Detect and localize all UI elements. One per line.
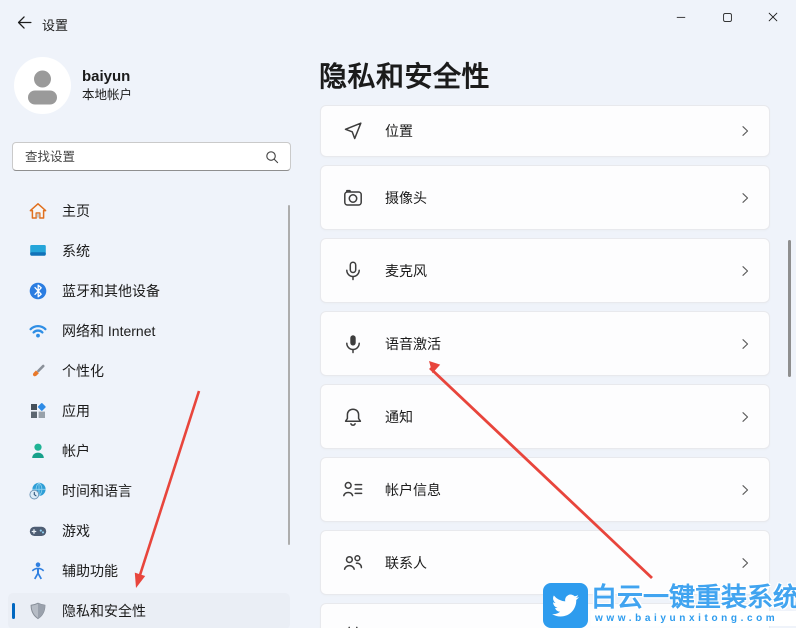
chevron-right-icon — [737, 409, 753, 425]
settings-card-label: 通知 — [385, 408, 413, 425]
person-avatar-icon — [14, 57, 71, 114]
sidebar-item-apps[interactable]: 应用 — [8, 393, 290, 429]
maximize-icon — [721, 11, 734, 24]
sidebar-item-label: 系统 — [62, 243, 90, 259]
user-account-block[interactable]: baiyun 本地帐户 — [14, 57, 132, 114]
sidebar-item-system[interactable]: 系统 — [8, 233, 290, 269]
main-scrollbar[interactable] — [788, 240, 791, 377]
sidebar-item-personalization[interactable]: 个性化 — [8, 353, 290, 389]
system-icon — [28, 241, 48, 261]
notifications-icon — [341, 405, 365, 429]
user-name: baiyun — [82, 68, 131, 85]
location-icon — [341, 119, 365, 143]
contacts-icon — [341, 551, 365, 575]
settings-card-location[interactable]: 位置 — [320, 105, 770, 157]
sidebar-item-accessibility[interactable]: 辅助功能 — [8, 553, 290, 589]
sidebar-item-gaming[interactable]: 游戏 — [8, 513, 290, 549]
sidebar-item-home[interactable]: 主页 — [8, 193, 290, 229]
chevron-right-icon — [737, 555, 753, 571]
settings-window: 设置 baiyun 本地帐户 查找设置 主页 系统 蓝牙和其他设备 网络和 In… — [0, 0, 796, 628]
watermark-url: www.baiyunxitong.com — [591, 611, 796, 626]
sidebar-item-time-language[interactable]: 时间和语言 — [8, 473, 290, 509]
camera-icon — [341, 186, 365, 210]
page-title: 隐私和安全性 — [319, 61, 491, 92]
user-text: baiyun 本地帐户 — [82, 68, 132, 103]
minimize-icon — [674, 10, 688, 24]
settings-card-microphone[interactable]: 麦克风 — [320, 238, 770, 303]
settings-card-label: 麦克风 — [385, 262, 427, 279]
gaming-icon — [28, 521, 48, 541]
search-input[interactable] — [25, 149, 264, 164]
bluetooth-icon — [28, 281, 48, 301]
settings-card-label: 位置 — [385, 123, 413, 139]
bird-logo-icon — [543, 583, 588, 628]
settings-card-notifications[interactable]: 通知 — [320, 384, 770, 449]
settings-card-camera[interactable]: 摄像头 — [320, 165, 770, 230]
avatar — [14, 57, 71, 114]
watermark-title: 白云一键重装系统 — [591, 582, 796, 612]
settings-card-label: 帐户信息 — [385, 481, 441, 498]
calendar-icon — [341, 624, 365, 628]
privacy-security-icon — [28, 601, 48, 621]
home-icon — [28, 201, 48, 221]
back-button[interactable] — [10, 9, 38, 35]
voice-activation-icon — [341, 332, 365, 356]
settings-card-label: 语音激活 — [385, 335, 441, 352]
back-arrow-icon — [16, 14, 33, 31]
accounts-icon — [28, 441, 48, 461]
search-box[interactable] — [12, 142, 291, 171]
settings-card-account-info[interactable]: 帐户信息 — [320, 457, 770, 522]
settings-card-voice-activation[interactable]: 语音激活 — [320, 311, 770, 376]
settings-card-list: 位置摄像头麦克风语音激活通知帐户信息联系人日历 — [320, 105, 770, 628]
network-icon — [28, 321, 48, 341]
search-icon — [264, 149, 280, 165]
sidebar-scrollbar[interactable] — [288, 205, 290, 545]
watermark-text: 白云一键重装系统 www.baiyunxitong.com — [591, 583, 796, 628]
personalization-icon — [28, 361, 48, 381]
time-language-icon — [28, 481, 48, 501]
close-button[interactable] — [750, 0, 796, 34]
account-info-icon — [341, 478, 365, 502]
chevron-right-icon — [737, 190, 753, 206]
settings-card-label: 摄像头 — [385, 189, 427, 206]
minimize-button[interactable] — [658, 0, 704, 34]
close-icon — [766, 10, 780, 24]
sidebar-item-label: 网络和 Internet — [62, 323, 156, 339]
user-account-type: 本地帐户 — [82, 88, 133, 102]
sidebar-item-label: 帐户 — [62, 443, 90, 459]
sidebar-item-label: 主页 — [62, 203, 90, 219]
sidebar-item-accounts[interactable]: 帐户 — [8, 433, 290, 469]
sidebar-nav: 主页系统蓝牙和其他设备 网络和 Internet 个性化应用帐户时间和语言游戏辅助功… — [8, 193, 290, 628]
chevron-right-icon — [737, 482, 753, 498]
sidebar-item-bluetooth[interactable]: 蓝牙和其他设备 — [8, 273, 290, 309]
sidebar-item-label: 个性化 — [62, 363, 104, 379]
maximize-button[interactable] — [704, 0, 750, 34]
accessibility-icon — [28, 561, 48, 581]
sidebar-item-privacy-security[interactable]: 隐私和安全性 — [8, 593, 290, 628]
window-controls — [658, 0, 796, 34]
sidebar-item-label: 蓝牙和其他设备 — [62, 283, 160, 299]
window-title: 设置 — [42, 18, 69, 33]
sidebar-item-label: 辅助功能 — [62, 563, 118, 579]
chevron-right-icon — [737, 336, 753, 352]
settings-card-label: 联系人 — [385, 554, 427, 571]
microphone-icon — [341, 259, 365, 283]
chevron-right-icon — [737, 123, 753, 139]
sidebar-item-network[interactable]: 网络和 Internet — [8, 313, 290, 349]
apps-icon — [28, 401, 48, 421]
watermark: 白云一键重装系统 www.baiyunxitong.com — [543, 583, 796, 628]
sidebar-item-label: 隐私和安全性 — [62, 603, 146, 619]
chevron-right-icon — [737, 263, 753, 279]
sidebar-item-label: 时间和语言 — [62, 483, 132, 499]
sidebar-item-label: 游戏 — [62, 523, 90, 539]
sidebar-item-label: 应用 — [62, 403, 90, 419]
